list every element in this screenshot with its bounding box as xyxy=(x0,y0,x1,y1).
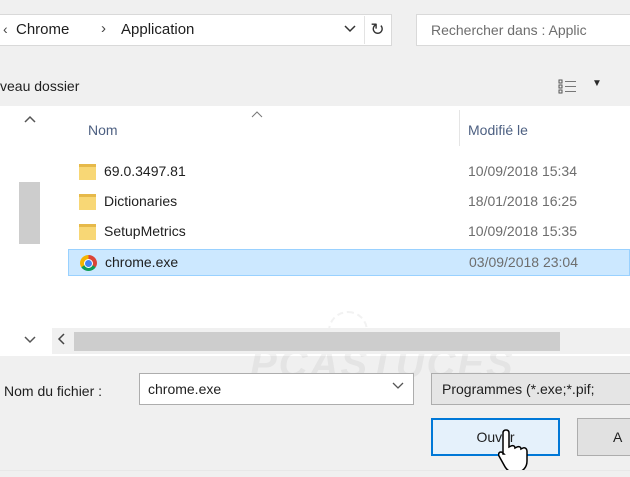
scrollbar-thumb[interactable] xyxy=(74,332,560,351)
file-modified-date: 10/09/2018 15:34 xyxy=(468,163,577,179)
cancel-button[interactable]: A xyxy=(577,418,630,456)
file-name[interactable]: 69.0.3497.81 xyxy=(104,163,186,179)
file-name[interactable]: chrome.exe xyxy=(105,254,178,270)
mouse-cursor-icon xyxy=(498,429,528,473)
folder-icon xyxy=(79,164,96,180)
sort-ascending-icon xyxy=(251,110,263,121)
file-modified-date: 03/09/2018 23:04 xyxy=(469,254,578,270)
file-type-filter-select[interactable]: Programmes (*.exe;*.pif; xyxy=(431,373,630,405)
scroll-down-icon[interactable] xyxy=(24,335,36,347)
folder-icon xyxy=(79,194,96,210)
horizontal-scrollbar[interactable] xyxy=(52,328,630,354)
address-history-dropdown-icon[interactable] xyxy=(340,18,360,42)
view-dropdown-icon[interactable]: ▼ xyxy=(592,78,602,89)
file-type-filter-value[interactable]: Programmes (*.exe;*.pif; xyxy=(442,381,595,397)
scroll-up-icon[interactable] xyxy=(24,114,36,126)
search-box[interactable]: Rechercher dans : Applic xyxy=(416,14,630,46)
column-header-name[interactable]: Nom xyxy=(88,122,118,138)
filename-input[interactable]: chrome.exe xyxy=(139,373,414,405)
view-options-icon[interactable] xyxy=(558,78,578,96)
open-button-label[interactable]: Ouvrir xyxy=(433,429,558,445)
file-row[interactable]: 69.0.3497.81 10/09/2018 15:34 xyxy=(68,159,630,186)
new-folder-button[interactable]: veau dossier xyxy=(0,78,79,94)
column-header-modified[interactable]: Modifié le xyxy=(468,122,528,138)
file-row[interactable]: SetupMetrics 10/09/2018 15:35 xyxy=(68,219,630,246)
breadcrumb-overflow-chevron[interactable]: ‹ xyxy=(3,21,8,37)
address-bar[interactable]: ‹ Chrome › Application ↻ xyxy=(0,14,392,46)
file-list-pane: Nom Modifié le PCASTUCES 69.0.3497.81 10/… xyxy=(0,106,630,386)
dialog-bottom-edge xyxy=(0,470,630,477)
file-row[interactable]: chrome.exe 03/09/2018 23:04 xyxy=(68,249,630,276)
navigation-pane-scrollbar[interactable] xyxy=(0,106,52,356)
file-name[interactable]: Dictionaries xyxy=(104,193,177,209)
cancel-button-label[interactable]: A xyxy=(613,429,622,445)
file-modified-date: 10/09/2018 15:35 xyxy=(468,223,577,239)
breadcrumb-separator-icon[interactable]: › xyxy=(101,20,106,37)
scroll-left-icon[interactable] xyxy=(57,333,65,348)
breadcrumb-chrome[interactable]: Chrome xyxy=(16,21,69,38)
search-input[interactable]: Rechercher dans : Applic xyxy=(431,22,587,38)
column-divider[interactable] xyxy=(459,110,460,146)
scrollbar-thumb[interactable] xyxy=(19,182,40,244)
file-name[interactable]: SetupMetrics xyxy=(104,223,186,239)
filename-dropdown-icon[interactable] xyxy=(392,379,404,393)
file-modified-date: 18/01/2018 16:25 xyxy=(468,193,577,209)
chrome-icon xyxy=(80,255,97,271)
file-row[interactable]: Dictionaries 18/01/2018 16:25 xyxy=(68,189,630,216)
filename-label: Nom du fichier : xyxy=(4,383,103,399)
refresh-icon[interactable]: ↻ xyxy=(364,16,390,44)
filename-value[interactable]: chrome.exe xyxy=(148,381,221,397)
folder-icon xyxy=(79,224,96,240)
open-button[interactable]: Ouvrir xyxy=(431,418,560,456)
breadcrumb-application[interactable]: Application xyxy=(121,21,194,38)
